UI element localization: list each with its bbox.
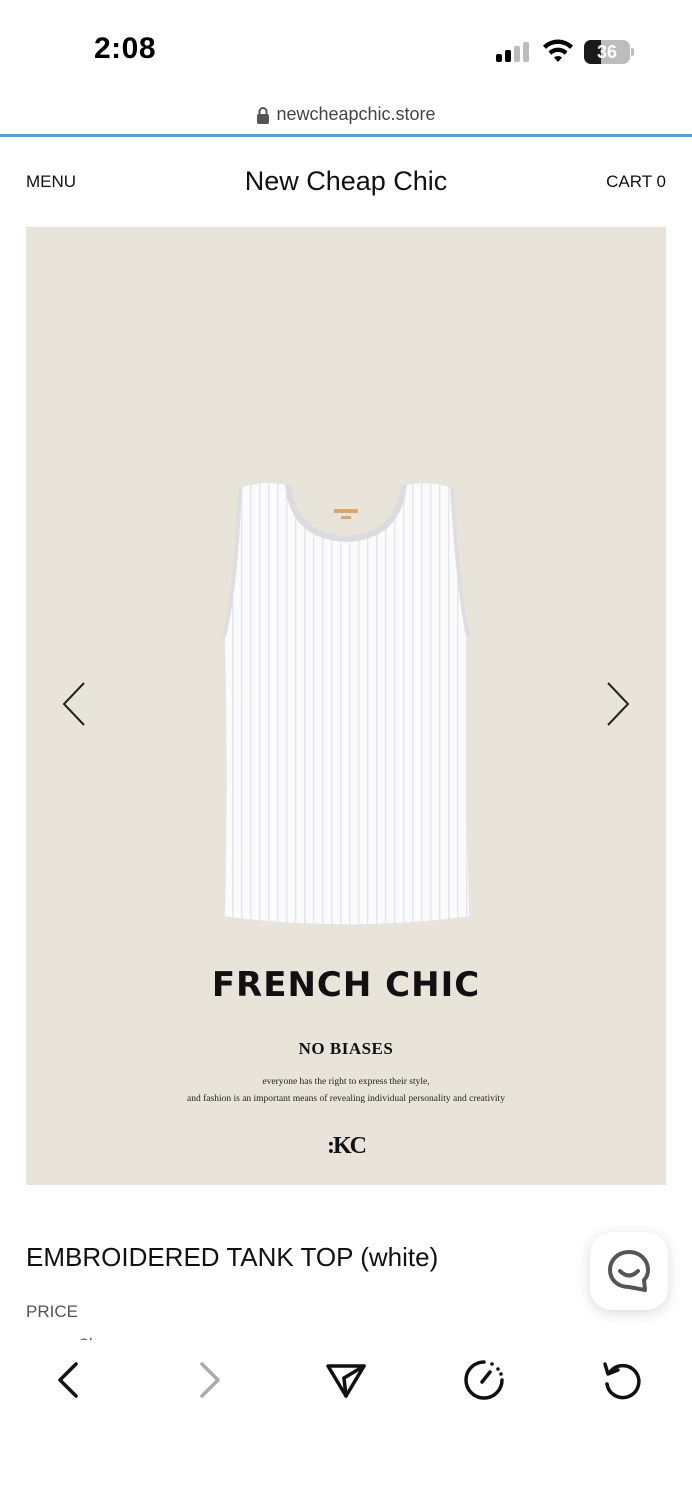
cellular-signal-icon	[496, 42, 532, 62]
cart-button[interactable]: CART 0	[606, 172, 666, 192]
chat-button[interactable]	[590, 1232, 668, 1310]
chat-icon	[608, 1250, 650, 1292]
battery-indicator: 36	[584, 40, 634, 64]
image-subheading: NO BIASES	[298, 1039, 394, 1058]
brand-logo: :KC	[327, 1133, 367, 1159]
product-title: EMBROIDERED TANK TOP (white)	[26, 1242, 439, 1272]
tank-top-image	[222, 481, 471, 926]
status-time: 2:08	[94, 32, 157, 65]
speedometer-icon[interactable]	[460, 1356, 508, 1404]
price-value: 27,000원	[26, 1332, 94, 1340]
chevron-right-icon[interactable]	[598, 679, 638, 729]
battery-percent: 36	[596, 42, 618, 62]
reload-icon[interactable]	[598, 1356, 646, 1404]
back-icon[interactable]	[46, 1356, 94, 1404]
send-icon[interactable]	[322, 1356, 370, 1404]
status-bar: 2:08 36	[0, 0, 692, 100]
product-image-slider[interactable]: FRENCH CHIC NO BIASES everyone has the r…	[26, 227, 666, 1185]
url-bar[interactable]: newcheapchic.store	[0, 104, 692, 138]
wifi-icon	[543, 39, 573, 62]
forward-icon[interactable]	[184, 1356, 232, 1404]
page-load-bar	[0, 134, 692, 137]
price-label: PRICE	[26, 1302, 78, 1321]
site-title[interactable]: New Cheap Chic	[0, 166, 692, 197]
image-heading: FRENCH CHIC	[211, 965, 481, 1005]
site-header: MENU New Cheap Chic CART 0	[0, 140, 692, 226]
image-caption-line: and fashion is an important means of rev…	[187, 1094, 505, 1104]
browser-toolbar	[0, 1340, 692, 1500]
chevron-left-icon[interactable]	[54, 679, 94, 729]
image-caption-line: everyone has the right to express their …	[262, 1077, 430, 1087]
url-text: newcheapchic.store	[276, 104, 436, 124]
lock-icon	[257, 106, 270, 124]
